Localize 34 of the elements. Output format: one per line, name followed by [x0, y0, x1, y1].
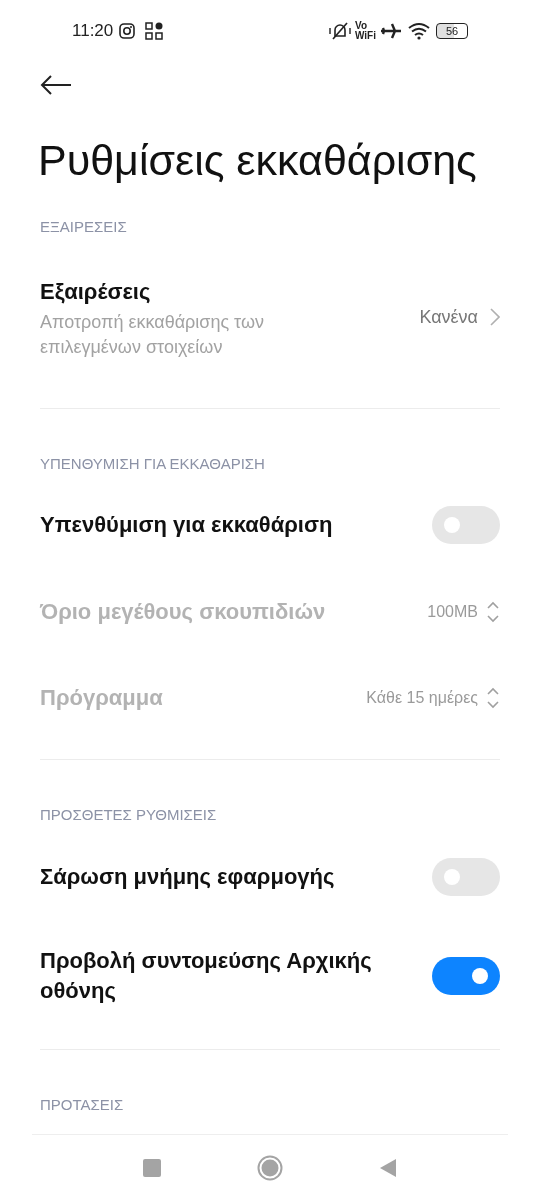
setting-label: Υπενθύμιση για εκκαθάριση [40, 511, 334, 539]
airplane-icon [380, 22, 402, 40]
page-title: Ρυθμίσεις εκκαθάρισης [38, 135, 478, 186]
up-down-chevron-icon [486, 686, 500, 710]
chevron-right-icon [490, 308, 500, 326]
toggle-switch[interactable] [432, 857, 500, 896]
clock: 11:20 [72, 20, 114, 43]
vowifi-indicator: Vo WiFi [355, 21, 376, 41]
camera-app-icon [119, 23, 136, 39]
section-header: ΕΞΑΙΡΕΣΕΙΣ [40, 217, 128, 237]
setting-label: Προβολή συντομεύσης Αρχικής οθόνης [40, 946, 373, 1005]
row-subtitle: Αποτροπή εκκαθάρισης των επιλεγμένων στοιχείων [40, 310, 266, 359]
muted-bell-icon [329, 22, 351, 40]
setting-label: Πρόγραμμα [40, 684, 164, 712]
back-triangle-icon[interactable] [379, 1157, 397, 1178]
toggle-switch[interactable] [432, 506, 500, 544]
setting-label: Σάρωση μνήμης εφαρμογής [40, 862, 336, 891]
row-value: Κανένα [419, 305, 478, 329]
home-circle-icon[interactable] [257, 1154, 283, 1181]
toggle-switch[interactable] [432, 956, 500, 995]
apps-grid-icon [145, 22, 164, 40]
setting-label: Όριο μεγέθους σκουπιδιών [40, 598, 327, 626]
back-arrow-icon[interactable] [40, 74, 72, 96]
row-title: Εξαιρέσεις [40, 277, 152, 306]
setting-value: Κάθε 15 ημέρες [366, 688, 478, 708]
recents-square-icon[interactable] [143, 1158, 161, 1177]
section-header: ΠΡΟΤΑΣΕΙΣ [40, 1094, 125, 1115]
section-header: ΥΠΕΝΘΥΜΙΣΗ ΓΙΑ ΕΚΚΑΘΑΡΙΣΗ [40, 453, 266, 474]
battery-indicator: 56 [436, 23, 468, 39]
setting-value: 100MB [427, 602, 478, 622]
exceptions-row[interactable]: Εξαιρέσεις Αποτροπή εκκαθάρισης των επιλεγμένων στοιχείων Κανένα [40, 244, 500, 390]
section-header: ΠΡΟΣΘΕΤΕΣ ΡΥΘΜΙΣΕΙΣ [40, 805, 218, 825]
wifi-icon [408, 22, 430, 40]
up-down-chevron-icon [486, 600, 500, 624]
